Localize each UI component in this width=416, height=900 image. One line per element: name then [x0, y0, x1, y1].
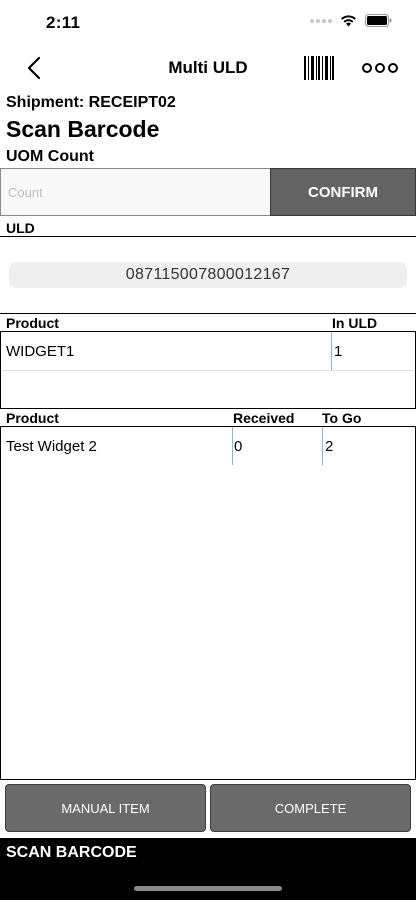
table-row[interactable]: WIDGET1 1	[1, 332, 415, 370]
count-input[interactable]	[0, 168, 270, 216]
receive-row-received: 0	[234, 438, 243, 455]
column-divider	[331, 332, 332, 370]
status-icons	[310, 14, 392, 27]
more-icon	[362, 63, 372, 73]
uom-count-label: UOM Count	[6, 148, 94, 165]
page-title: Scan Barcode	[6, 116, 160, 142]
shipment-label: Shipment: RECEIPT02	[6, 94, 176, 111]
uld-row-in-uld: 1	[334, 343, 343, 360]
uld-table-header-product: Product	[6, 315, 59, 331]
receive-row-product: Test Widget 2	[6, 438, 97, 455]
wifi-icon	[341, 14, 356, 26]
receive-table-header-received: Received	[233, 410, 295, 426]
signal-icon	[310, 18, 332, 23]
status-bar: 2:11	[0, 0, 416, 46]
nav-title: Multi ULD	[168, 58, 248, 77]
divider	[0, 313, 416, 314]
column-divider	[322, 427, 323, 465]
nav-bar: Multi ULD	[0, 46, 416, 90]
home-indicator[interactable]	[134, 886, 282, 891]
receive-table-header-to-go: To Go	[322, 410, 362, 426]
uld-label: ULD	[6, 220, 35, 236]
uld-value: 087115007800012167	[9, 262, 407, 288]
uld-table-header-in-uld: In ULD	[332, 315, 378, 331]
divider	[0, 236, 416, 237]
more-button[interactable]	[362, 60, 398, 76]
status-time: 2:11	[46, 13, 81, 32]
table-row[interactable]: Test Widget 2 0 2	[1, 427, 415, 465]
battery-icon	[365, 14, 392, 27]
barcode-scan-button[interactable]	[303, 56, 335, 80]
column-divider	[232, 427, 233, 465]
barcode-icon	[304, 56, 334, 80]
row-divider	[1, 370, 415, 371]
uld-row-product: WIDGET1	[6, 343, 75, 360]
receive-table-header-product: Product	[6, 410, 59, 426]
footer-message: SCAN BARCODE	[6, 844, 137, 861]
footer-status: SCAN BARCODE	[0, 838, 416, 900]
complete-button[interactable]: COMPLETE	[210, 784, 411, 832]
receive-row-to-go: 2	[325, 438, 334, 455]
receive-table[interactable]: Test Widget 2 0 2	[0, 426, 416, 780]
manual-item-button[interactable]: MANUAL ITEM	[5, 784, 206, 832]
uld-table[interactable]: WIDGET1 1	[0, 331, 416, 409]
confirm-button[interactable]: CONFIRM	[270, 168, 416, 216]
